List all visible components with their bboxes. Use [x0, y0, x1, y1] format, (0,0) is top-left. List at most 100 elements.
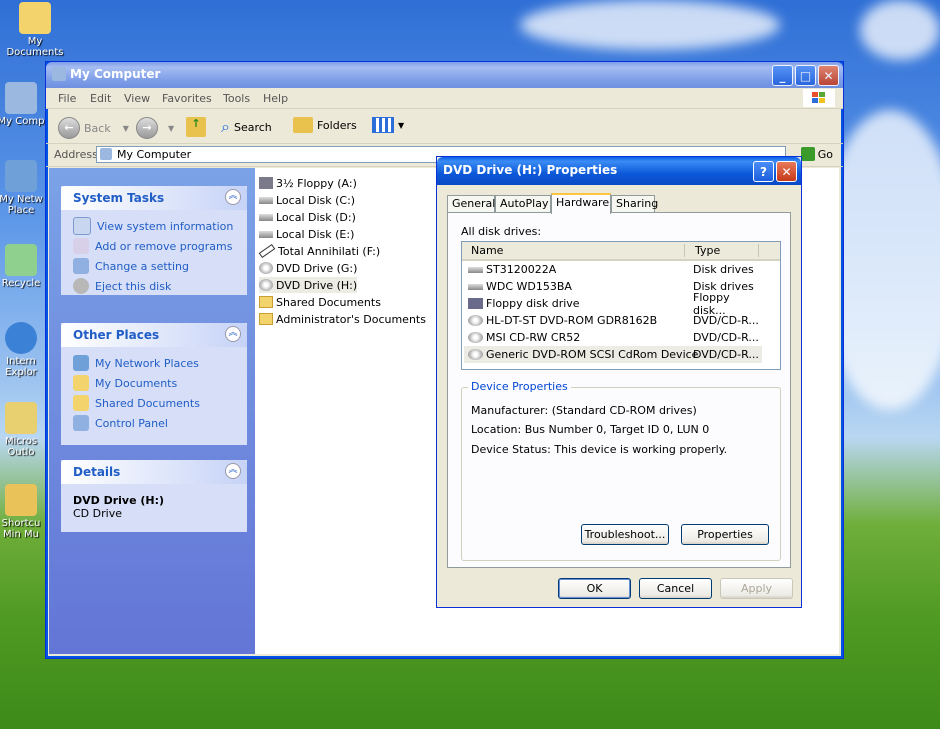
file-item-disk-c[interactable]: Local Disk (C:)	[259, 192, 355, 208]
task-add-remove-programs[interactable]: Add or remove programs	[73, 236, 237, 256]
desktop-icon-recycle-bin[interactable]: Recycle	[0, 244, 46, 289]
all-drives-label: All disk drives:	[461, 225, 542, 238]
drives-list[interactable]: Name Type ST3120022A Disk drives WDC WD15…	[461, 241, 781, 370]
system-tasks-title: System Tasks	[73, 191, 165, 205]
column-type[interactable]: Type	[695, 244, 720, 257]
minimize-button[interactable]: _	[772, 65, 793, 86]
desktop-icon-my-computer[interactable]: My Comp	[0, 82, 46, 127]
menubar: File Edit View Favorites Tools Help	[46, 88, 843, 109]
cancel-button[interactable]: Cancel	[639, 578, 712, 599]
device-properties-title: Device Properties	[468, 380, 571, 393]
desktop-icon-label: Micros Outlo	[4, 436, 38, 458]
dialog-titlebar[interactable]: DVD Drive (H:) Properties ? ✕	[437, 157, 801, 185]
system-tasks-header[interactable]: System Tasks ︽	[61, 186, 247, 210]
menu-favorites[interactable]: Favorites	[162, 92, 212, 105]
views-icon	[372, 117, 394, 133]
file-item-drive-f[interactable]: Total Annihilati (F:)	[258, 243, 380, 259]
place-label: My Documents	[95, 376, 178, 390]
internet-explorer-icon	[5, 322, 37, 354]
column-divider[interactable]	[758, 244, 759, 257]
eject-icon	[73, 278, 89, 294]
tab-sharing[interactable]: Sharing	[611, 195, 658, 212]
file-item-floppy[interactable]: 3½ Floppy (A:)	[259, 175, 357, 191]
up-button[interactable]: ↑	[186, 117, 206, 137]
list-item[interactable]: MSI CD-RW CR52 DVD/CD-R...	[464, 329, 762, 346]
menu-help[interactable]: Help	[263, 92, 288, 105]
outlook-icon	[5, 402, 37, 434]
list-item[interactable]: Floppy disk drive Floppy disk...	[464, 291, 762, 317]
details-header[interactable]: Details ︽	[61, 460, 247, 484]
file-item-dvd-h[interactable]: DVD Drive (H:)	[259, 277, 358, 293]
menu-file[interactable]: File	[58, 92, 76, 105]
apply-button[interactable]: Apply	[720, 578, 793, 599]
list-item[interactable]: HL-DT-ST DVD-ROM GDR8162B DVD/CD-R...	[464, 312, 762, 329]
desktop-icon-my-network[interactable]: My Netw Place	[0, 160, 46, 216]
file-item-dvd-g[interactable]: DVD Drive (G:)	[259, 260, 357, 276]
go-button[interactable]: Go	[800, 147, 833, 161]
search-icon: ⌕	[221, 117, 230, 136]
chevron-down-icon: ▼	[122, 123, 129, 133]
place-label: Shared Documents	[95, 396, 200, 410]
views-button[interactable]: ▼	[372, 117, 404, 133]
close-button[interactable]: ✕	[776, 161, 797, 182]
collapse-icon[interactable]: ︽	[225, 189, 241, 205]
folder-icon	[259, 296, 273, 308]
place-shared-documents[interactable]: Shared Documents	[73, 393, 237, 413]
chevron-down-icon: ▼	[168, 123, 175, 133]
list-item-selected[interactable]: Generic DVD-ROM SCSI CdRom Device DVD/CD-…	[464, 346, 762, 363]
maximize-button[interactable]: □	[795, 65, 816, 86]
file-item-disk-e[interactable]: Local Disk (E:)	[259, 226, 354, 242]
window-title: My Computer	[70, 67, 161, 81]
task-eject-disk[interactable]: Eject this disk	[73, 276, 237, 296]
tab-hardware[interactable]: Hardware	[551, 193, 611, 214]
desktop-icon-my-documents[interactable]: My Documents	[0, 2, 70, 58]
tab-autoplay[interactable]: AutoPlay	[495, 195, 551, 212]
collapse-icon[interactable]: ︽	[225, 326, 241, 342]
list-item[interactable]: ST3120022A Disk drives	[464, 261, 762, 278]
dvd-drive-icon	[468, 349, 483, 360]
troubleshoot-button[interactable]: Troubleshoot...	[581, 524, 669, 545]
close-button[interactable]: ✕	[818, 65, 839, 86]
desktop-icon-shortcut[interactable]: Shortcu Min Mu	[0, 484, 46, 540]
menu-view[interactable]: View	[124, 92, 150, 105]
tab-general[interactable]: General	[447, 195, 495, 212]
list-header: Name Type	[462, 242, 780, 261]
ok-button[interactable]: OK	[558, 578, 631, 599]
desktop-icon-outlook[interactable]: Micros Outlo	[0, 402, 46, 458]
menu-edit[interactable]: Edit	[90, 92, 111, 105]
other-places-header[interactable]: Other Places ︽	[61, 323, 247, 347]
hardware-tab-pane: All disk drives: Name Type ST3120022A Dis…	[447, 212, 791, 568]
dvd-drive-icon	[259, 262, 273, 274]
file-item-shared-documents[interactable]: Shared Documents	[259, 294, 381, 310]
folders-button[interactable]: Folders	[293, 117, 357, 133]
task-label: Add or remove programs	[95, 239, 233, 253]
desktop-icon-internet-explorer[interactable]: Intern Explor	[0, 322, 46, 378]
column-name[interactable]: Name	[471, 244, 503, 257]
help-button[interactable]: ?	[753, 161, 774, 182]
forward-button[interactable]: → ▼	[136, 117, 174, 139]
column-divider[interactable]	[684, 244, 685, 257]
properties-button[interactable]: Properties	[681, 524, 769, 545]
other-places-panel: Other Places ︽ My Network Places My Docu…	[61, 323, 247, 445]
task-view-system-info[interactable]: View system information	[73, 216, 237, 236]
back-button[interactable]: ← Back ▼	[58, 117, 129, 139]
dvd-drive-icon	[468, 315, 483, 326]
file-label: Local Disk (C:)	[276, 193, 356, 207]
details-title: Details	[73, 465, 121, 479]
collapse-icon[interactable]: ︽	[225, 463, 241, 479]
explorer-titlebar[interactable]: My Computer _ □ ✕	[46, 62, 843, 88]
file-item-disk-d[interactable]: Local Disk (D:)	[259, 209, 356, 225]
dvd-drive-icon	[468, 332, 483, 343]
search-button[interactable]: ⌕ Search	[221, 117, 272, 137]
details-name: DVD Drive (H:)	[73, 494, 165, 507]
file-item-admin-documents[interactable]: Administrator's Documents	[259, 311, 426, 327]
task-label: Change a setting	[95, 259, 189, 273]
menu-tools[interactable]: Tools	[223, 92, 250, 105]
drive-name: Floppy disk drive	[486, 297, 580, 310]
drive-type: DVD/CD-R...	[693, 348, 759, 361]
place-control-panel[interactable]: Control Panel	[73, 413, 237, 433]
address-label: Address	[54, 148, 98, 161]
place-my-documents[interactable]: My Documents	[73, 373, 237, 393]
place-my-network[interactable]: My Network Places	[73, 353, 237, 373]
task-change-setting[interactable]: Change a setting	[73, 256, 237, 276]
